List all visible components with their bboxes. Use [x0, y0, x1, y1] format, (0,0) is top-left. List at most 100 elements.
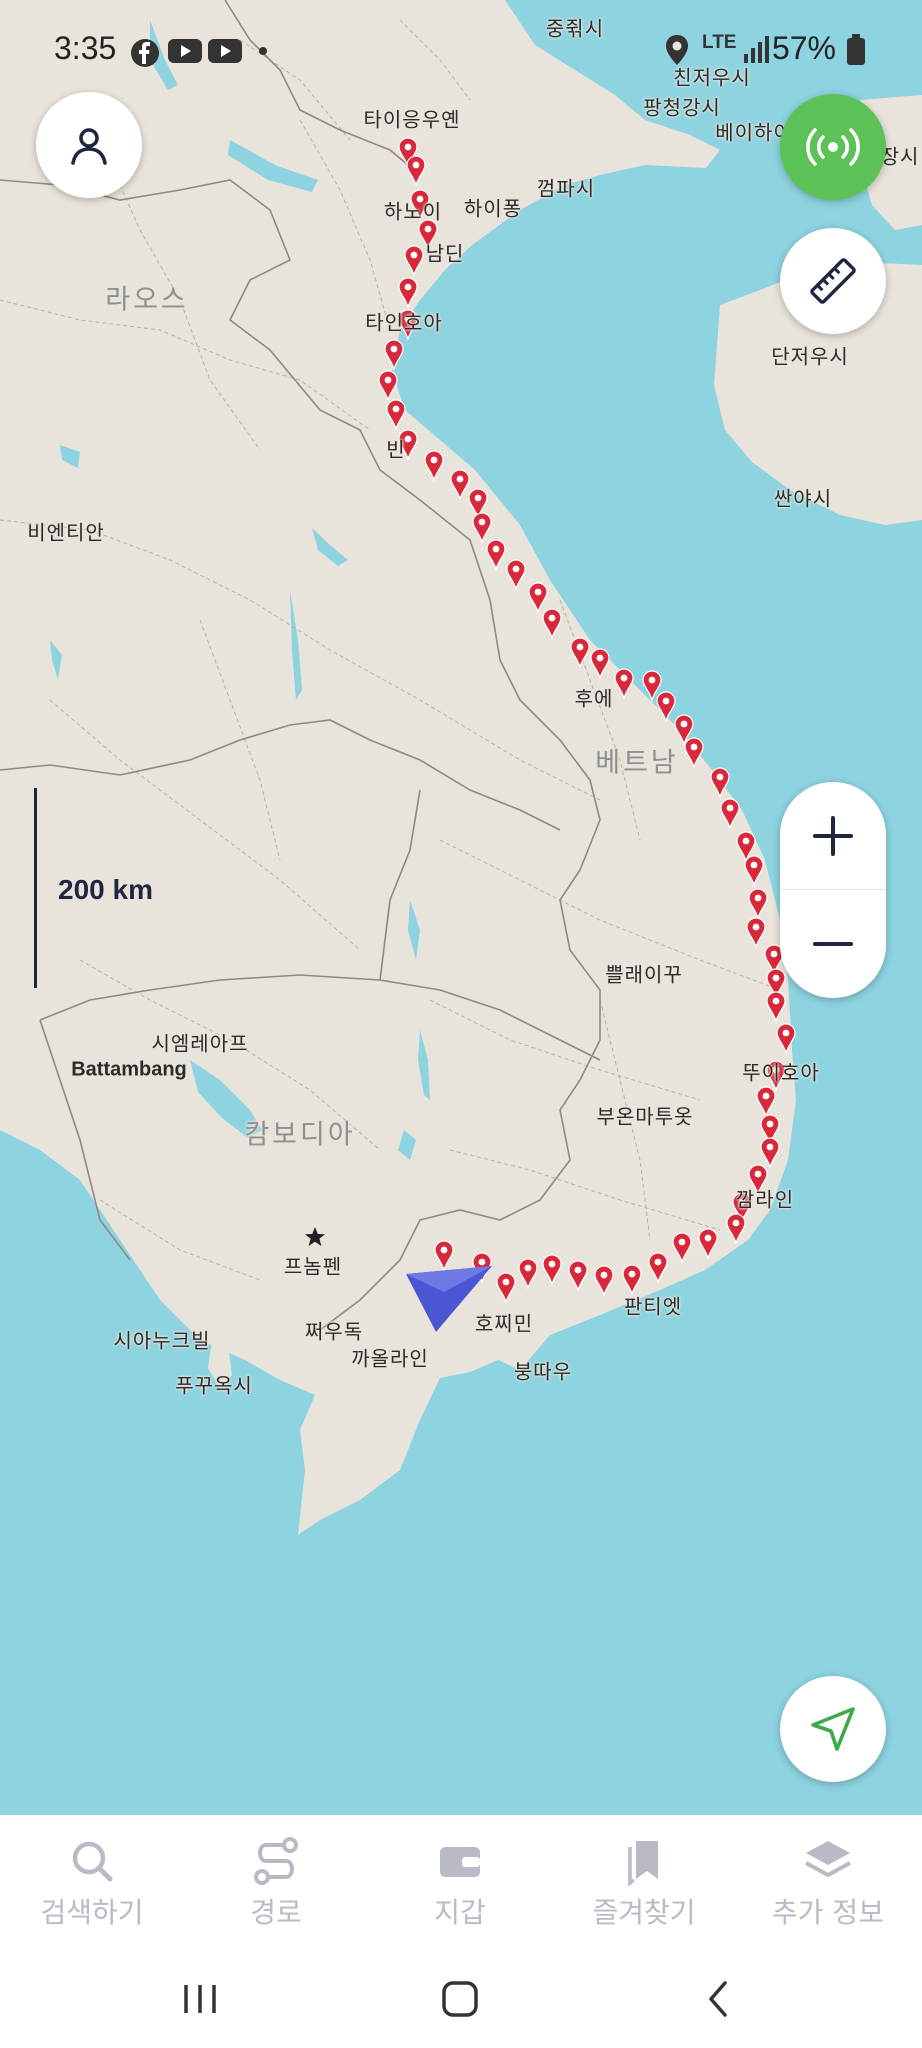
- zoom-control: [780, 782, 886, 998]
- route-marker-icon: [748, 888, 768, 921]
- route-marker-icon: [568, 1260, 588, 1293]
- signal-icon: [744, 36, 769, 63]
- place-label: 뚜이호아: [742, 1060, 820, 1085]
- route-marker-icon: [570, 637, 590, 670]
- scale-bar: [34, 788, 37, 988]
- navigation-arrow-icon: [811, 1707, 855, 1751]
- status-bar: 3:35 LTE 57%: [0, 0, 922, 100]
- plus-icon: [813, 816, 853, 856]
- route-marker-icon: [744, 855, 764, 888]
- place-label: 판티엣: [623, 1294, 683, 1319]
- country-label: 라오스: [105, 284, 189, 316]
- dot-icon: [259, 47, 267, 55]
- capital-star-icon: [305, 1227, 325, 1246]
- place-label: 장시: [880, 144, 920, 169]
- route-marker-icon: [386, 399, 406, 432]
- tab-search[interactable]: 검색하기: [0, 1815, 184, 1955]
- route-marker-icon: [756, 1086, 776, 1119]
- minus-icon: [813, 942, 853, 946]
- route-marker-icon: [406, 155, 426, 188]
- country-label: 캄보디아: [244, 1119, 356, 1151]
- route-marker-icon: [496, 1272, 516, 1305]
- place-label: 부온마투옷: [596, 1104, 694, 1129]
- route-marker-icon: [398, 277, 418, 310]
- place-label: 붕따우: [513, 1359, 573, 1384]
- battery-percent: 57%: [771, 30, 836, 66]
- tab-label: 지갑: [434, 1896, 486, 1929]
- route-marker-icon: [672, 1232, 692, 1265]
- battery-icon: [847, 34, 865, 65]
- place-label: 비엔티안: [27, 520, 105, 545]
- network-type: LTE: [702, 32, 737, 53]
- place-label: 단저우시: [771, 344, 849, 369]
- route-marker-icon: [506, 559, 526, 592]
- tab-label: 즐겨찾기: [592, 1896, 696, 1929]
- route-marker-icon: [760, 1137, 780, 1170]
- search-icon: [72, 1841, 113, 1882]
- home-icon: [442, 1981, 478, 2017]
- route-marker-icon: [542, 1254, 562, 1287]
- route-marker-icon: [542, 608, 562, 641]
- scale-label: 200 km: [58, 874, 153, 905]
- route-marker-icon: [648, 1252, 668, 1285]
- recents-icon: [184, 1985, 216, 2013]
- place-label: 후에: [574, 686, 614, 711]
- place-label: 싼야시: [773, 486, 833, 511]
- current-location-arrow-icon: [406, 1266, 492, 1332]
- bottom-tab-bar: 검색하기 경로 지갑 즐겨찾기 추가 정보: [0, 1815, 922, 1955]
- tab-label: 경로: [250, 1896, 302, 1929]
- route-marker-icon: [594, 1265, 614, 1298]
- location-icon: [666, 35, 688, 65]
- route-marker-icon: [424, 450, 444, 483]
- recents-button[interactable]: [150, 1969, 250, 2029]
- route-marker-icon: [656, 691, 676, 724]
- tab-more-info[interactable]: 추가 정보: [736, 1815, 920, 1955]
- wallet-icon: [440, 1847, 480, 1877]
- place-label: 하이퐁: [463, 196, 523, 221]
- place-label: 깜라인: [735, 1187, 795, 1212]
- measure-ruler-button[interactable]: [780, 228, 886, 334]
- route-marker-icon: [614, 668, 634, 701]
- live-tracking-button[interactable]: [780, 94, 886, 200]
- place-label: 남딘: [425, 241, 465, 266]
- tab-wallet[interactable]: 지갑: [368, 1815, 552, 1955]
- tab-label: 검색하기: [40, 1896, 144, 1929]
- place-label: 빈: [386, 437, 406, 462]
- route-marker-icon: [726, 1213, 746, 1246]
- back-icon: [709, 1981, 727, 2017]
- route-icon: [254, 1837, 298, 1885]
- home-button[interactable]: [410, 1969, 510, 2029]
- route-marker-icon: [746, 917, 766, 950]
- ruler-icon: [810, 258, 856, 304]
- place-label: 껌파시: [536, 176, 596, 201]
- route-marker-icon: [684, 737, 704, 770]
- facebook-icon: [131, 39, 159, 67]
- place-label: 쩌우독: [304, 1319, 364, 1344]
- route-marker-icon: [528, 582, 548, 615]
- profile-button[interactable]: [36, 92, 142, 198]
- bookmark-icon: [628, 1841, 658, 1887]
- route-marker-icon: [776, 1023, 796, 1056]
- route-marker-icon: [378, 370, 398, 403]
- route-marker-icon: [518, 1258, 538, 1291]
- place-label: 까올라인: [351, 1346, 429, 1371]
- place-label: 하노이: [383, 199, 443, 224]
- route-marker-icon: [720, 798, 740, 831]
- route-marker-icon: [698, 1228, 718, 1261]
- place-label: 타이응우옌: [363, 107, 461, 132]
- route-marker-icon: [486, 539, 506, 572]
- back-button[interactable]: [668, 1969, 768, 2029]
- place-label: Battambang: [71, 1058, 187, 1081]
- zoom-in-button[interactable]: [780, 782, 886, 890]
- youtube-icon: [208, 39, 242, 63]
- route-marker-icon: [710, 767, 730, 800]
- layers-icon: [805, 1841, 851, 1877]
- route-marker-icon: [404, 245, 424, 278]
- user-icon: [71, 128, 107, 165]
- status-time: 3:35: [54, 30, 117, 66]
- zoom-out-button[interactable]: [780, 890, 886, 998]
- tab-bookmarks[interactable]: 즐겨찾기: [552, 1815, 736, 1955]
- my-location-button[interactable]: [780, 1676, 886, 1782]
- place-label: 타인호아: [365, 310, 443, 335]
- tab-route[interactable]: 경로: [184, 1815, 368, 1955]
